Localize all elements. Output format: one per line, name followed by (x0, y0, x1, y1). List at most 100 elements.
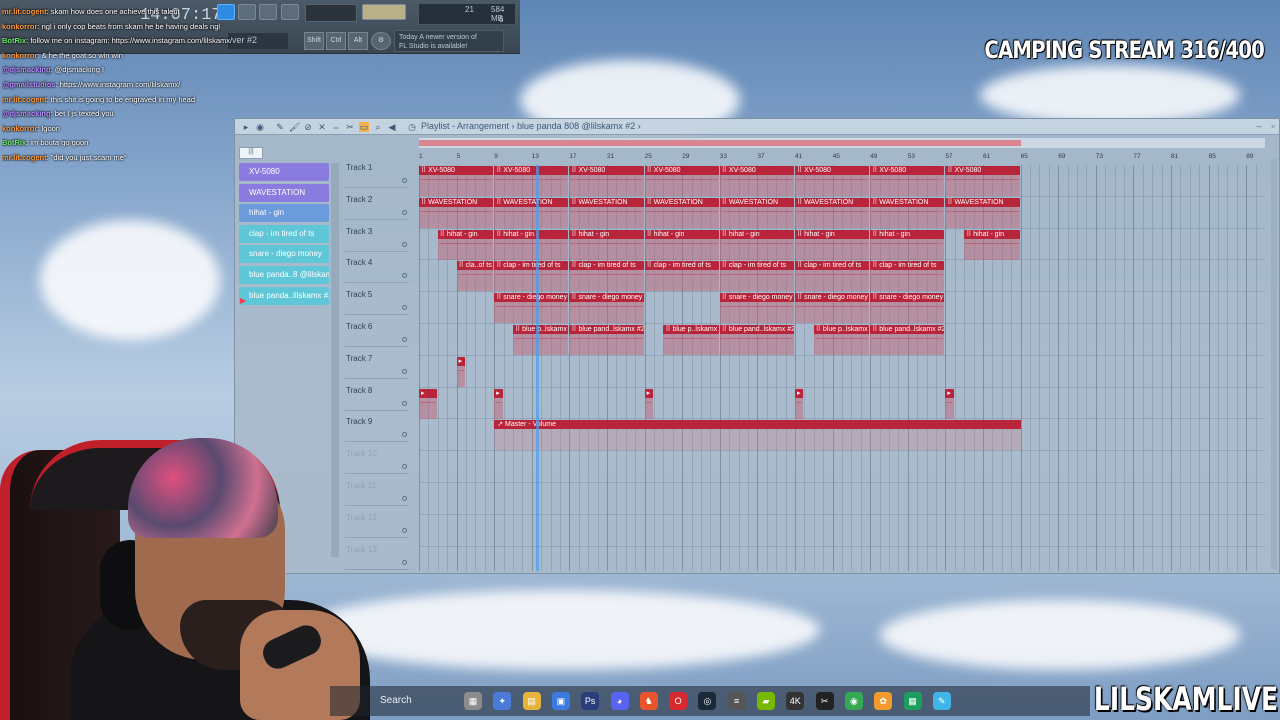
pattern-clip[interactable]: ⠿ clap - im tired of ts (719, 261, 794, 292)
maximize-icon[interactable]: ▫ (1267, 121, 1279, 133)
pattern-clip[interactable]: ⠿ XV-5080 (644, 166, 719, 196)
track-mute-icon[interactable] (402, 241, 407, 247)
track-mute-icon[interactable] (402, 305, 407, 311)
pattern-clip[interactable]: ⠿ hihat - gin (437, 229, 494, 260)
pattern-clip[interactable]: ⠿ WAVESTATION (870, 197, 945, 228)
track-mute-icon[interactable] (402, 368, 407, 374)
mute-icon[interactable]: ✕ (317, 122, 327, 132)
master-pitch-slider[interactable] (362, 4, 406, 20)
track-header[interactable]: Track 7 (345, 348, 409, 379)
slip-icon[interactable]: ⇔ (331, 122, 341, 132)
pattern-clip[interactable]: ⠿ blue pand..lskamx #2 (870, 325, 945, 355)
picker-item[interactable]: hihat - gin (239, 204, 329, 223)
pencil-icon[interactable]: ✎ (275, 122, 285, 132)
loop-record-button[interactable] (259, 4, 277, 20)
copilot-icon[interactable]: ✦ (493, 692, 512, 710)
track-header[interactable]: Track 11 (345, 475, 409, 506)
track-header[interactable]: Track 12 (345, 507, 409, 538)
pattern-clip[interactable]: ⠿ blue p..lskamx (513, 325, 569, 355)
pattern-clip[interactable]: ⠿ hihat - gin (795, 229, 870, 260)
track-mute-icon[interactable] (402, 209, 407, 215)
playlist-titlebar[interactable]: ▸ ◉ ✎ 🖌 ⊘ ✕ ⇔ ✂ ▭ ⌕ ◀ ◷ Playlist - Arran… (235, 119, 1279, 135)
chrome-icon[interactable]: ◉ (844, 692, 863, 710)
pattern-clip[interactable]: ⠿ clap - im tired of ts (795, 261, 870, 292)
pattern-clip[interactable]: ▸ (456, 356, 465, 387)
track-mute-icon[interactable] (402, 337, 407, 342)
delete-icon[interactable]: ⊘ (303, 122, 313, 132)
track-mute-icon[interactable] (402, 559, 407, 565)
track-header[interactable]: Track 13 (345, 539, 409, 570)
track-header[interactable]: Track 10 (345, 443, 409, 475)
track-header[interactable]: Track 2 (345, 189, 409, 220)
pattern-clip[interactable]: ⠿ hihat - gin (644, 229, 719, 260)
pattern-clip[interactable]: ⠿ clap - im tired of ts (644, 261, 719, 292)
pattern-clip[interactable]: ⠿ XV-5080 (719, 166, 794, 196)
playback-icon[interactable]: ◀ (387, 122, 397, 132)
pattern-clip[interactable]: ⠿ blue pand..lskamx #2 (569, 325, 644, 355)
zoom-icon[interactable]: ⌕ (373, 122, 383, 132)
track-header[interactable]: Track 3 (345, 221, 409, 252)
playlist-overview-bar[interactable] (419, 138, 1265, 148)
pattern-clip[interactable]: ⠿ cla..of ts (456, 261, 494, 292)
pattern-clip[interactable]: ⠿ XV-5080 (795, 166, 870, 196)
arrangement-name[interactable]: blue panda 808 @lilskamx #2 (517, 121, 635, 131)
sheets-icon[interactable]: ▦ (903, 692, 922, 710)
slice-icon[interactable]: ✂ (345, 122, 355, 132)
pattern-clip[interactable]: ⠿ hihat - gin (494, 229, 569, 260)
arrangement-grid[interactable]: ⠿ XV-5080 ⠿ XV-5080 ⠿ XV-5080 ⠿ XV-5080 ⠿ XV… (419, 165, 1265, 571)
folder-icon[interactable]: ▤ (522, 692, 541, 710)
pattern-clip[interactable]: ⠿ hihat - gin (964, 229, 1020, 260)
taskbar-search[interactable]: Search (380, 695, 412, 706)
pattern-clip[interactable]: ⠿ snare - diego money (719, 293, 794, 324)
store-icon[interactable]: ▣ (551, 692, 570, 710)
widgets-icon[interactable]: ▦ (464, 692, 482, 710)
select-icon[interactable]: ▭ (359, 122, 369, 132)
pattern-clip[interactable]: ⠿ WAVESTATION (419, 197, 494, 228)
track-mute-icon[interactable] (402, 464, 407, 470)
picker-scrollbar[interactable] (331, 163, 339, 557)
pattern-clip[interactable]: ▸ (945, 388, 954, 419)
clock-icon[interactable]: ◷ (407, 122, 417, 132)
pattern-clip[interactable]: ⠿ WAVESTATION (795, 197, 870, 228)
photoshop-icon[interactable]: Ps (581, 692, 600, 710)
pattern-clip[interactable]: ▸ (494, 388, 503, 419)
picker-item[interactable]: blue panda..lilskamx #2 ▶ (239, 286, 329, 305)
automation-clip[interactable]: ↗ Master - Volume (494, 420, 1021, 451)
pattern-clip[interactable]: ⠿ WAVESTATION (945, 197, 1020, 228)
update-hint-panel[interactable]: Today A newer version of FL Studio is av… (394, 30, 504, 52)
notepad-icon[interactable]: ✎ (932, 692, 951, 710)
pattern-clip[interactable]: ⠿ XV-5080 (419, 166, 494, 196)
track-header[interactable]: Track 4 (345, 252, 409, 284)
pattern-clip[interactable]: ⠿ clap - im tired of ts (569, 261, 644, 292)
picker-item[interactable]: clap - im tired of ts (239, 224, 329, 243)
pattern-clip[interactable]: ⠿ WAVESTATION (569, 197, 644, 228)
pattern-clip[interactable]: ▸ (795, 388, 804, 419)
track-mute-icon[interactable] (402, 432, 407, 438)
pattern-clip[interactable]: ⠿ XV-5080 (569, 166, 644, 196)
minimize-icon[interactable]: – (1253, 121, 1265, 133)
track-header[interactable]: Track 8 (345, 380, 409, 411)
track-mute-icon[interactable] (402, 400, 407, 406)
metronome-button[interactable] (281, 4, 299, 20)
overview-song-range[interactable] (419, 140, 1021, 146)
options-icon[interactable]: ◉ (255, 122, 265, 132)
brave-icon[interactable]: ♞ (639, 692, 658, 710)
pattern-clip[interactable]: ⠿ hihat - gin (719, 229, 794, 260)
pattern-clip[interactable]: ⠿ XV-5080 (494, 166, 569, 196)
pattern-clip[interactable]: ▸ (644, 388, 653, 419)
playhead[interactable] (535, 165, 539, 571)
pattern-clip[interactable]: ⠿ blue pand..lskamx #2 (719, 325, 794, 355)
pattern-clip[interactable]: ⠿ blue p..lskamx (813, 325, 870, 355)
timeline-ruler[interactable]: 1 5 9 13 17 21 25 29 33 37 41 45 49 53 57 61 65 69 73 77 81 8… (419, 152, 1265, 164)
pattern-clip[interactable]: ⠿ snare - diego money (795, 293, 870, 324)
fl-studio-icon[interactable]: ✿ (874, 692, 893, 710)
picker-item[interactable]: snare - diego money (239, 245, 329, 264)
pattern-clip[interactable]: ⠿ clap - im tired of ts (870, 261, 945, 292)
nvidia-icon[interactable]: ▰ (757, 692, 775, 710)
vertical-scrollbar[interactable] (1271, 159, 1277, 569)
pattern-clip[interactable]: ⠿ snare - diego money (494, 293, 569, 324)
pattern-clip[interactable]: ⠿ WAVESTATION (719, 197, 794, 228)
brush-icon[interactable]: 🖌 (289, 122, 300, 132)
track-header[interactable]: Track 1 (345, 157, 409, 188)
track-mute-icon[interactable] (402, 178, 407, 183)
